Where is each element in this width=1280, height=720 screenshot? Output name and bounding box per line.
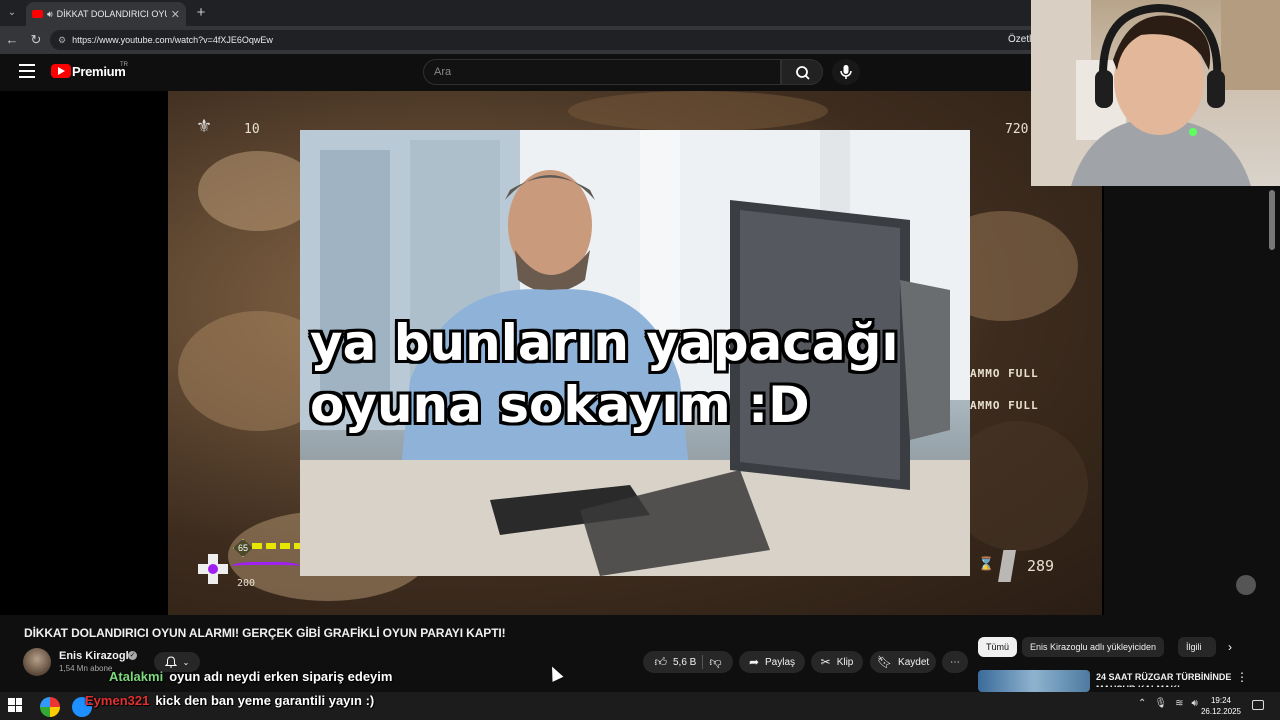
tab-title: DİKKAT DOLANDIRICI OYUN...	[56, 9, 167, 19]
date: 26.12.2025	[1200, 707, 1242, 716]
chevron-up-icon[interactable]: ⌃	[1138, 698, 1146, 709]
chevron-down-icon: ⌄	[182, 657, 190, 667]
search-input[interactable]: Ara	[423, 59, 781, 85]
system-tray: ⌃ 🎙︎ ≋ 🔊︎	[1138, 698, 1198, 709]
streamer-illustration	[1031, 0, 1280, 186]
hud-health: 200	[237, 578, 256, 589]
url-text: https://www.youtube.com/watch?v=4fXJE6Oq…	[72, 35, 273, 45]
bell-icon	[164, 656, 177, 668]
bookmark-icon: 🔖︎	[876, 655, 893, 669]
hud-xp-bar	[252, 543, 300, 549]
hourglass-icon: ⌛	[978, 556, 995, 571]
mic-icon	[840, 65, 852, 79]
search-button[interactable]	[781, 59, 823, 85]
country-code: TR	[120, 62, 128, 68]
close-tab-icon[interactable]: ✕	[171, 8, 180, 21]
chat-message: Eymen321 kick den ban yeme garantili yayı…	[85, 693, 374, 708]
faction-emblem-icon: ⚜	[196, 116, 213, 136]
browser-tab[interactable]: 🔊︎ DİKKAT DOLANDIRICI OYUN... ✕	[26, 2, 186, 26]
search-icon	[796, 66, 810, 80]
reload-icon[interactable]: ↻	[28, 32, 44, 48]
recommended-title[interactable]: 24 SAAT RÜZGAR TÜRBİNİNDE MAHSUR KALMAK!	[1096, 671, 1232, 687]
corner-avatar[interactable]	[1236, 575, 1256, 595]
share-button[interactable]: ➦ Paylaş	[739, 651, 805, 673]
thumb-up-icon[interactable]: 👍︎	[654, 655, 667, 670]
hud-ammo-full-1: AMMO FULL	[970, 367, 1039, 380]
chat-username: Eymen321	[85, 693, 150, 708]
time: 19:24	[1210, 696, 1232, 705]
menu-icon[interactable]	[19, 64, 35, 78]
chrome-icon[interactable]	[40, 697, 60, 717]
back-icon[interactable]: ←	[4, 32, 20, 48]
scrollbar-thumb[interactable]	[1269, 190, 1275, 250]
mouse-cursor-icon	[546, 664, 564, 682]
chevron-right-icon[interactable]: ›	[1220, 637, 1240, 657]
share-label: Paylaş	[765, 656, 796, 668]
like-count[interactable]: 5,6 B	[673, 657, 696, 668]
chip-all[interactable]: Tümü	[978, 637, 1018, 657]
webcam-overlay	[1031, 0, 1280, 186]
more-button[interactable]: ⋯	[942, 651, 968, 673]
meme-caption: ya bunların yapacağı oyuna sokayım :D	[310, 314, 899, 434]
scissors-icon: ✂	[820, 655, 831, 669]
share-icon: ➦	[748, 655, 760, 669]
youtube-favicon-icon	[32, 10, 43, 18]
save-label: Kaydet	[898, 656, 930, 668]
like-dislike-group: 👍︎ 5,6 B 👎︎	[643, 651, 733, 673]
tab-list-icon[interactable]: ⌄	[4, 5, 20, 21]
chip-related[interactable]: İlgili	[1178, 637, 1216, 657]
clip-button[interactable]: ✂ Klip	[811, 651, 863, 673]
youtube-logo-icon[interactable]	[51, 64, 71, 78]
notification-icon[interactable]	[1252, 700, 1264, 710]
summary-button[interactable]: Özetl	[1008, 34, 1031, 45]
hud-health-wave	[232, 562, 300, 576]
windows-start-icon[interactable]	[8, 698, 22, 712]
wifi-icon[interactable]: ≋	[1175, 698, 1183, 709]
new-tab-button[interactable]: +	[192, 4, 210, 22]
chat-text: kick den ban yeme garantili yayın :)	[155, 693, 375, 708]
like-divider	[702, 655, 704, 669]
clip-label: Klip	[836, 656, 854, 668]
chat-message: Atalakmi oyun adı neydi erken sipariş ede…	[109, 669, 392, 684]
clock[interactable]: 19:24 26.12.2025	[1200, 695, 1242, 717]
video-title: DİKKAT DOLANDIRICI OYUN ALARMI! GERÇEK G…	[24, 626, 506, 640]
voice-search-button[interactable]	[832, 59, 860, 85]
save-button[interactable]: 🔖︎ Kaydet	[870, 651, 936, 673]
mic-tray-icon[interactable]: 🎙︎	[1154, 698, 1167, 709]
chip-uploader[interactable]: Enis Kirazoglu adlı yükleyiciden	[1022, 637, 1165, 657]
verified-icon: ✓	[128, 651, 137, 660]
chat-text: oyun adı neydi erken sipariş edeyim	[169, 669, 393, 684]
brand-label[interactable]: Premium	[72, 64, 126, 79]
channel-name[interactable]: Enis Kirazoglu	[59, 650, 135, 662]
thumb-down-icon[interactable]: 👎︎	[709, 655, 721, 670]
subscriber-count: 1,54 Mn abone	[59, 664, 113, 673]
hud-dpad-icon	[198, 554, 228, 584]
channel-avatar[interactable]	[23, 648, 51, 676]
audio-playing-icon[interactable]: 🔊︎	[47, 9, 53, 20]
hud-ammo-count: 289	[1027, 557, 1055, 575]
hud-right-number: 720	[1005, 122, 1029, 137]
hud-left-number: 10	[244, 122, 260, 137]
site-info-icon[interactable]: ⚙	[58, 35, 66, 46]
hud-ammo-full-2: AMMO FULL	[970, 399, 1039, 412]
more-icon: ⋯	[950, 656, 960, 668]
volume-icon[interactable]: 🔊︎	[1191, 698, 1197, 709]
url-field[interactable]: ⚙ https://www.youtube.com/watch?v=4fXJE6…	[50, 30, 1040, 50]
more-vertical-icon[interactable]: ⋮	[1236, 670, 1248, 684]
chat-username: Atalakmi	[109, 669, 164, 684]
recommended-thumbnail[interactable]	[978, 670, 1090, 692]
